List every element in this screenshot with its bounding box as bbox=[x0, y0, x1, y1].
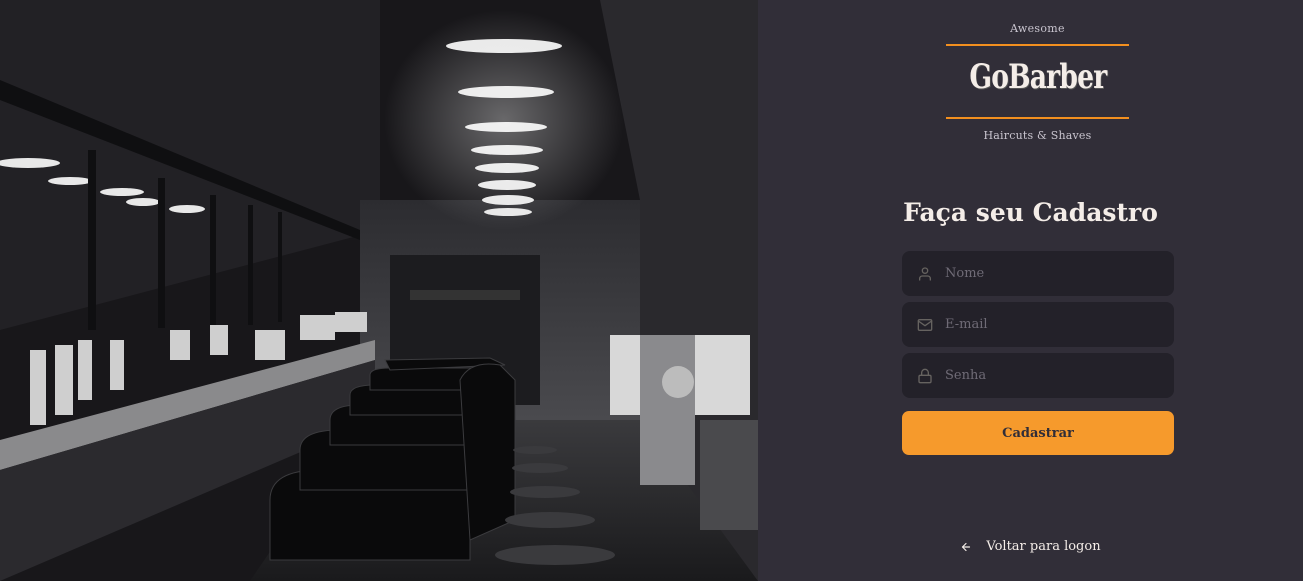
back-to-logon-link[interactable]: Voltar para logon bbox=[758, 539, 1303, 554]
logo-bottom-text: Haircuts & Shaves bbox=[983, 129, 1092, 142]
logo-bottom-rule bbox=[946, 117, 1129, 119]
arrow-left-icon bbox=[962, 542, 971, 551]
email-field[interactable] bbox=[902, 302, 1174, 347]
barbershop-background-image bbox=[0, 0, 758, 581]
logo-top-text: Awesome bbox=[1010, 22, 1065, 35]
signup-panel: Awesome GoBarber Haircuts & Shaves Faça … bbox=[758, 0, 1303, 581]
lock-icon bbox=[918, 368, 932, 383]
back-link-label: Voltar para logon bbox=[986, 539, 1101, 554]
logo-wordmark-row: GoBarber bbox=[946, 46, 1129, 108]
name-input[interactable] bbox=[945, 266, 1145, 281]
gobarber-logo: Awesome GoBarber Haircuts & Shaves bbox=[946, 22, 1129, 142]
page-title: Faça seu Cadastro bbox=[903, 198, 1158, 227]
email-input[interactable] bbox=[945, 317, 1145, 332]
name-field[interactable] bbox=[902, 251, 1174, 296]
password-input[interactable] bbox=[945, 368, 1145, 383]
signup-button[interactable]: Cadastrar bbox=[902, 411, 1174, 455]
password-field[interactable] bbox=[902, 353, 1174, 398]
user-icon bbox=[919, 266, 931, 281]
mail-icon bbox=[917, 318, 933, 331]
logo-wordmark: GoBarber bbox=[968, 57, 1107, 97]
